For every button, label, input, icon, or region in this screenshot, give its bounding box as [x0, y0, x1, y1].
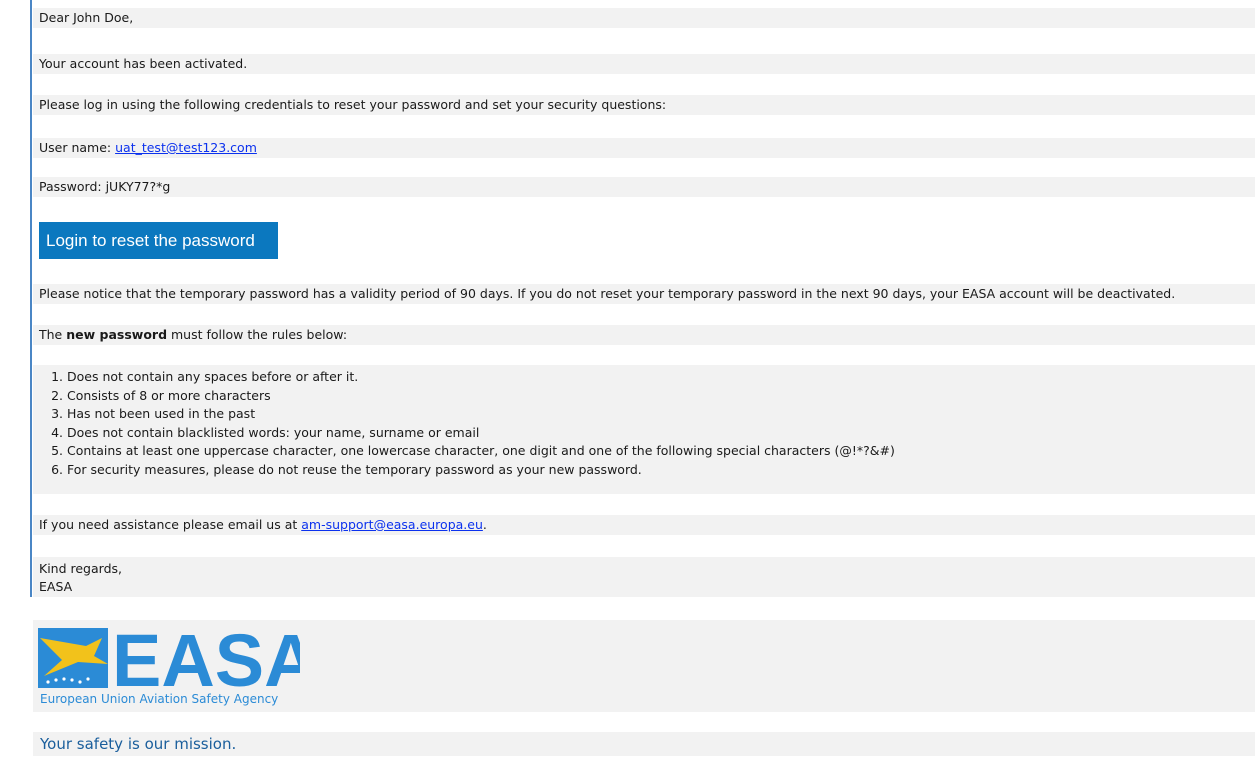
- validity-notice: Please notice that the temporary passwor…: [39, 286, 1176, 301]
- login-instructions: Please log in using the following creden…: [39, 97, 667, 112]
- password-value: jUKY77?*g: [105, 179, 171, 194]
- logo-wordmark: EASA: [112, 624, 300, 690]
- password-rules-list: Does not contain any spaces before or af…: [39, 368, 895, 479]
- rules-intro: The new password must follow the rules b…: [39, 327, 347, 343]
- quote-bar: [30, 0, 32, 597]
- activation-message: Your account has been activated.: [39, 56, 248, 71]
- row-bg: [33, 177, 1255, 197]
- rule-item: Does not contain blacklisted words: your…: [67, 424, 895, 443]
- rules-intro-bold: new password: [66, 327, 168, 342]
- password-line: Password: jUKY77?*g: [39, 179, 170, 195]
- password-label: Password:: [39, 179, 106, 194]
- login-reset-button[interactable]: Login to reset the password: [39, 222, 278, 259]
- username-line: User name: uat_test@test123.com: [39, 140, 257, 156]
- rule-item: Contains at least one uppercase characte…: [67, 442, 895, 461]
- support-email-link[interactable]: am-support@easa.europa.eu: [301, 517, 483, 532]
- username-label: User name:: [39, 140, 116, 155]
- rules-intro-pre: The: [39, 327, 67, 342]
- tagline: Your safety is our mission.: [40, 735, 237, 753]
- rule-item: Does not contain any spaces before or af…: [67, 368, 895, 387]
- row-bg: [33, 557, 1255, 597]
- row-bg: [33, 8, 1255, 28]
- closing: Kind regards,: [39, 561, 122, 576]
- assistance-post: .: [482, 517, 487, 532]
- assistance-line: If you need assistance please email us a…: [39, 517, 487, 533]
- rule-item: Has not been used in the past: [67, 405, 895, 424]
- assistance-pre: If you need assistance please email us a…: [39, 517, 302, 532]
- greeting: Dear John Doe,: [39, 10, 134, 25]
- signature: EASA: [39, 579, 73, 594]
- rule-item: Consists of 8 or more characters: [67, 387, 895, 406]
- rule-item: For security measures, please do not reu…: [67, 461, 895, 480]
- rules-intro-post: must follow the rules below:: [167, 327, 348, 342]
- easa-logo: EASA: [38, 624, 300, 690]
- username-link[interactable]: uat_test@test123.com: [115, 140, 257, 155]
- agency-name: European Union Aviation Safety Agency: [40, 692, 279, 706]
